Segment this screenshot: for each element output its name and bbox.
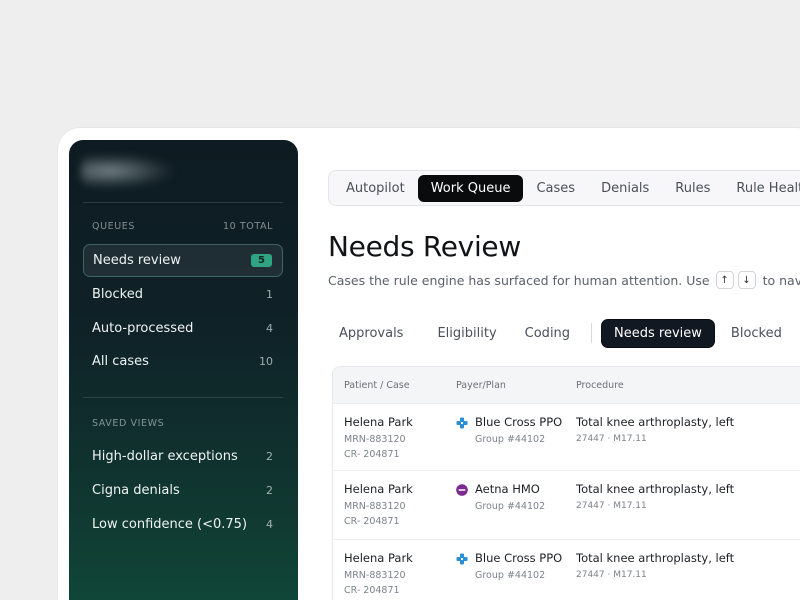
sidebar-item-label: Blocked bbox=[92, 287, 143, 302]
count: 2 bbox=[266, 484, 273, 497]
tab-rules[interactable]: Rules bbox=[662, 175, 723, 202]
blue-cross-icon bbox=[456, 553, 468, 565]
aetna-icon bbox=[456, 484, 468, 496]
top-nav: Autopilot Work Queue Cases Denials Rules… bbox=[328, 170, 800, 206]
procedure-name: Total knee arthroplasty, left bbox=[576, 415, 735, 429]
column-header-procedure[interactable]: Procedure bbox=[576, 380, 624, 391]
filter-tabs: Approvals Eligibility Coding Needs revie… bbox=[328, 318, 800, 348]
column-header-payer[interactable]: Payer/Plan bbox=[456, 380, 506, 391]
saved-view-label: High-dollar exceptions bbox=[92, 449, 238, 464]
saved-view-label: Low confidence (<0.75) bbox=[92, 517, 248, 532]
procedure-codes: 27447 · M17.11 bbox=[576, 501, 647, 511]
filter-approvals[interactable]: Approvals bbox=[328, 320, 414, 347]
count: 10 bbox=[259, 355, 273, 368]
filter-auto[interactable]: Au bbox=[793, 320, 800, 347]
filter-blocked[interactable]: Blocked bbox=[720, 320, 793, 347]
queues-title: QUEUES bbox=[92, 221, 136, 232]
saved-view-low-confidence[interactable]: Low confidence (<0.75) 4 bbox=[83, 508, 283, 541]
saved-view-label: Cigna denials bbox=[92, 483, 180, 498]
count: 4 bbox=[266, 518, 273, 531]
payer-group: Group #44102 bbox=[475, 434, 546, 445]
filter-needs-review[interactable]: Needs review bbox=[602, 319, 714, 347]
payer-name: Aetna HMO bbox=[475, 482, 540, 496]
procedure-name: Total knee arthroplasty, left bbox=[576, 482, 735, 496]
table-header: Patient / Case Payer/Plan Procedure bbox=[333, 367, 800, 404]
patient-mrn: MRN-883120 bbox=[344, 434, 406, 445]
sidebar-item-auto-processed[interactable]: Auto-processed 4 bbox=[83, 312, 283, 345]
case-id: CR- 204871 bbox=[344, 585, 400, 596]
payer-group: Group #44102 bbox=[475, 501, 546, 512]
filter-coding[interactable]: Coding bbox=[514, 320, 581, 347]
queues-total: 10 TOTAL bbox=[222, 221, 273, 232]
count: 2 bbox=[266, 450, 273, 463]
patient-name: Helena Park bbox=[344, 482, 413, 496]
count-badge: 5 bbox=[251, 254, 272, 267]
procedure-codes: 27447 · M17.11 bbox=[576, 434, 647, 444]
sidebar-item-all-cases[interactable]: All cases 10 bbox=[83, 345, 283, 378]
sidebar: QUEUES 10 TOTAL Needs review 5 Blocked 1… bbox=[69, 140, 298, 600]
page-title: Needs Review bbox=[328, 230, 521, 263]
payer-name: Blue Cross PPO bbox=[475, 551, 563, 565]
tab-rule-health[interactable]: Rule Health bbox=[723, 175, 800, 202]
case-id: CR- 204871 bbox=[344, 516, 400, 527]
blue-cross-icon bbox=[456, 417, 468, 429]
sidebar-item-label: All cases bbox=[92, 354, 149, 369]
filter-eligibility[interactable]: Eligibility bbox=[426, 320, 507, 347]
patient-name: Helena Park bbox=[344, 551, 413, 565]
count: 1 bbox=[266, 288, 273, 301]
page-subtitle: Cases the rule engine has surfaced for h… bbox=[328, 271, 800, 289]
table-row[interactable]: Helena Park MRN-883120 CR- 204871 Aetna … bbox=[333, 470, 800, 538]
payer-name: Blue Cross PPO bbox=[475, 415, 563, 429]
case-id: CR- 204871 bbox=[344, 449, 400, 460]
patient-mrn: MRN-883120 bbox=[344, 570, 406, 581]
arrow-down-key: ↓ bbox=[737, 271, 756, 289]
tab-denials[interactable]: Denials bbox=[588, 175, 662, 202]
patient-mrn: MRN-883120 bbox=[344, 501, 406, 512]
table-row[interactable]: Helena Park MRN-883120 CR- 204871 Blue C… bbox=[333, 539, 800, 600]
tab-cases[interactable]: Cases bbox=[523, 175, 588, 202]
payer-group: Group #44102 bbox=[475, 570, 546, 581]
subtitle-suffix: to naviga bbox=[762, 272, 800, 288]
count: 4 bbox=[266, 322, 273, 335]
subtitle-text: Cases the rule engine has surfaced for h… bbox=[328, 272, 710, 288]
sidebar-item-needs-review[interactable]: Needs review 5 bbox=[83, 244, 283, 277]
arrow-up-key: ↑ bbox=[715, 271, 734, 289]
logo bbox=[81, 154, 173, 188]
sidebar-item-label: Needs review bbox=[93, 253, 181, 268]
saved-views-title: SAVED VIEWS bbox=[92, 418, 165, 429]
filter-separator bbox=[591, 323, 593, 343]
procedure-codes: 27447 · M17.11 bbox=[576, 570, 647, 580]
procedure-name: Total knee arthroplasty, left bbox=[576, 551, 735, 565]
sidebar-item-label: Auto-processed bbox=[92, 321, 194, 336]
patient-name: Helena Park bbox=[344, 415, 413, 429]
sidebar-item-blocked[interactable]: Blocked 1 bbox=[83, 278, 283, 311]
saved-view-cigna-denials[interactable]: Cigna denials 2 bbox=[83, 474, 283, 507]
divider bbox=[83, 397, 283, 398]
saved-view-high-dollar[interactable]: High-dollar exceptions 2 bbox=[83, 440, 283, 473]
cases-table: Patient / Case Payer/Plan Procedure Hele… bbox=[332, 366, 800, 600]
column-header-patient[interactable]: Patient / Case bbox=[344, 380, 410, 391]
tab-work-queue[interactable]: Work Queue bbox=[417, 174, 524, 202]
divider bbox=[83, 202, 283, 203]
table-row[interactable]: Helena Park MRN-883120 CR- 204871 Blue C… bbox=[333, 403, 800, 471]
tab-autopilot[interactable]: Autopilot bbox=[333, 175, 418, 202]
